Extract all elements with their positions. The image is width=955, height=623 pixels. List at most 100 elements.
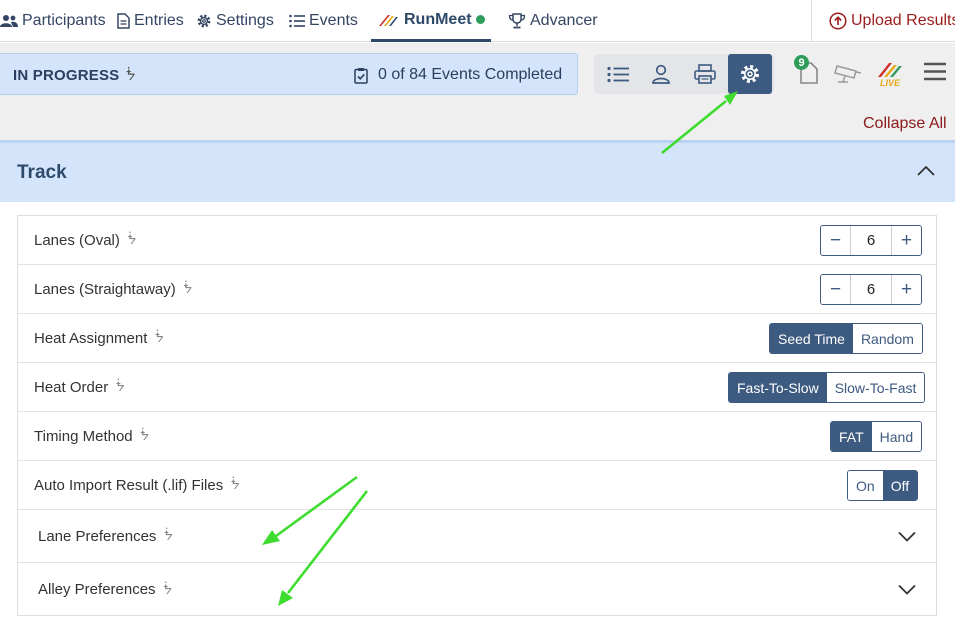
gear-icon <box>740 64 760 84</box>
chevron-down-icon <box>898 584 916 595</box>
print-button[interactable] <box>683 54 727 94</box>
timing-method-label: Timing Method <box>34 427 133 445</box>
option-fast-to-slow[interactable]: Fast-To-Slow <box>729 373 827 402</box>
meet-status: IN PROGRESS ᖭ <box>13 54 136 96</box>
setting-row-timing-method: Timing Method ᖭ FAT Hand <box>18 412 936 461</box>
settings-button[interactable] <box>728 54 772 94</box>
auto-import-label: Auto Import Result (.lif) Files <box>34 476 224 494</box>
nav-events[interactable]: Events <box>289 0 358 42</box>
lanes-straightaway-stepper: − 6 + <box>820 274 922 305</box>
help-icon[interactable]: ᖭ <box>141 428 149 444</box>
expand-toggle[interactable] <box>898 510 916 562</box>
trophy-icon <box>508 13 526 29</box>
help-icon[interactable]: ᖭ <box>164 582 172 598</box>
option-fat[interactable]: FAT <box>831 422 872 451</box>
setting-row-lane-preferences[interactable]: Lane Preferences ᖭ <box>18 510 936 563</box>
list-icon <box>289 14 305 28</box>
expand-toggle[interactable] <box>898 563 916 616</box>
brand-name: RunMeet <box>404 10 472 28</box>
setting-label: Lanes (Oval) ᖭ <box>34 216 136 264</box>
option-hand[interactable]: Hand <box>871 422 922 451</box>
collapse-all-link[interactable]: Collapse All <box>863 115 947 133</box>
nav-settings[interactable]: Settings <box>196 0 274 42</box>
setting-label: Lane Preferences ᖭ <box>38 510 173 562</box>
nav-runmeet[interactable]: RunMeet <box>371 0 491 42</box>
setting-label: Alley Preferences ᖭ <box>38 563 172 616</box>
chevron-up-icon[interactable] <box>917 165 935 177</box>
nav-advancer[interactable]: Advancer <box>508 0 598 42</box>
lanes-oval-stepper: − 6 + <box>820 225 922 256</box>
list-view-button[interactable] <box>596 54 640 94</box>
setting-label: Heat Order ᖭ <box>34 363 125 411</box>
help-icon[interactable]: ᖭ <box>128 232 136 248</box>
upload-area: Upload Results <box>811 0 955 42</box>
upload-results-button[interactable]: Upload Results <box>829 0 955 42</box>
setting-row-lanes-oval: Lanes (Oval) ᖭ − 6 + <box>18 216 936 265</box>
document-icon <box>117 13 130 29</box>
events-completed: 0 of 84 Events Completed <box>354 54 562 96</box>
status-help-icon[interactable]: ᖭ <box>126 67 135 84</box>
help-icon[interactable]: ᖭ <box>155 330 163 346</box>
nav-entries-label: Entries <box>134 12 184 29</box>
timing-method-toggle: FAT Hand <box>830 421 923 452</box>
view-toolbar <box>594 54 774 94</box>
hamburger-menu-icon <box>924 62 946 81</box>
lane-preferences-label: Lane Preferences <box>38 527 157 545</box>
alley-preferences-label: Alley Preferences <box>38 581 156 598</box>
lanes-straightaway-value[interactable]: 6 <box>850 275 892 304</box>
increment-button[interactable]: + <box>892 275 921 304</box>
option-slow-to-fast[interactable]: Slow-To-Fast <box>826 373 925 402</box>
setting-row-lanes-straightaway: Lanes (Straightaway) ᖭ − 6 + <box>18 265 936 314</box>
chevron-down-icon <box>898 531 916 542</box>
top-nav: Participants Entries Settings Events Run… <box>0 0 955 42</box>
help-icon[interactable]: ᖭ <box>164 528 172 544</box>
heat-assignment-toggle: Seed Time Random <box>769 323 923 354</box>
menu-button[interactable] <box>924 62 946 86</box>
setting-label: Timing Method ᖭ <box>34 412 149 460</box>
notification-count-badge: 9 <box>794 55 809 70</box>
decrement-button[interactable]: − <box>821 226 850 255</box>
meet-status-bar: IN PROGRESS ᖭ 0 of 84 Events Completed <box>0 53 578 95</box>
online-status-dot <box>475 15 485 24</box>
option-off[interactable]: Off <box>882 471 918 500</box>
live-logo-icon <box>878 63 902 77</box>
setting-row-heat-assignment: Heat Assignment ᖭ Seed Time Random <box>18 314 936 363</box>
auto-import-toggle: On Off <box>847 470 919 501</box>
user-icon <box>652 64 670 84</box>
track-section-title: Track <box>17 162 67 183</box>
option-random[interactable]: Random <box>852 324 922 353</box>
increment-button[interactable]: + <box>892 226 921 255</box>
gear-icon <box>197 14 211 28</box>
track-settings-list: Lanes (Oval) ᖭ − 6 + Lanes (Straightaway… <box>17 215 937 616</box>
setting-label: Lanes (Straightaway) ᖭ <box>34 265 192 313</box>
upload-icon <box>829 12 847 30</box>
lanes-oval-value[interactable]: 6 <box>850 226 892 255</box>
user-view-button[interactable] <box>639 54 683 94</box>
nav-participants[interactable]: Participants <box>0 0 106 42</box>
clipboard-check-icon <box>354 67 368 84</box>
lanes-oval-label: Lanes (Oval) <box>34 231 120 249</box>
nav-participants-label: Participants <box>22 12 106 29</box>
setting-row-auto-import: Auto Import Result (.lif) Files ᖭ On Off <box>18 461 936 510</box>
help-icon[interactable]: ᖭ <box>116 379 124 395</box>
track-section-header[interactable]: Track <box>0 140 955 202</box>
heat-order-toggle: Fast-To-Slow Slow-To-Fast <box>728 372 926 403</box>
option-seed-time[interactable]: Seed Time <box>770 324 853 353</box>
events-completed-label: 0 of 84 Events Completed <box>378 66 563 83</box>
setting-row-alley-preferences[interactable]: Alley Preferences ᖭ <box>18 563 936 616</box>
help-icon[interactable]: ᖭ <box>184 281 192 297</box>
nav-entries[interactable]: Entries <box>117 0 184 42</box>
option-on[interactable]: On <box>848 471 883 500</box>
meet-status-label: IN PROGRESS <box>13 66 120 84</box>
nav-events-label: Events <box>309 12 358 29</box>
heat-assignment-label: Heat Assignment <box>34 329 148 347</box>
nav-settings-label: Settings <box>216 12 274 29</box>
decrement-button[interactable]: − <box>821 275 850 304</box>
users-icon <box>0 15 18 27</box>
nav-advancer-label: Advancer <box>530 12 598 29</box>
setting-label: Heat Assignment ᖭ <box>34 314 164 362</box>
upload-results-label: Upload Results <box>851 12 955 29</box>
help-icon[interactable]: ᖭ <box>231 477 239 493</box>
camera-button[interactable] <box>834 62 862 89</box>
camera-icon <box>834 65 862 83</box>
